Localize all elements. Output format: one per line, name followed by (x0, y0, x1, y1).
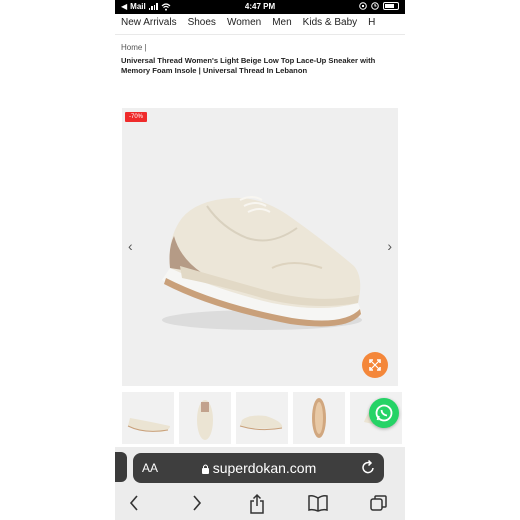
product-image (162, 196, 362, 330)
whatsapp-icon (375, 404, 393, 422)
nav-item-new-arrivals[interactable]: New Arrivals (115, 14, 182, 34)
previous-tab-pill[interactable] (115, 452, 127, 482)
back-arrow-icon[interactable] (128, 493, 140, 513)
nav-divider (115, 34, 405, 35)
nav-item-women[interactable]: Women (221, 14, 266, 34)
thumbnail-4[interactable] (293, 392, 345, 444)
nav-item-h[interactable]: H (362, 14, 380, 34)
thumbnail-image (239, 415, 283, 431)
share-icon[interactable] (248, 493, 266, 515)
nav-item-shoes[interactable]: Shoes (182, 14, 221, 34)
browser-address-area: AA superdokan.com (115, 447, 405, 487)
product-image-gallery[interactable]: -70% ‹ › (122, 108, 398, 386)
thumbnail-1[interactable] (122, 392, 174, 444)
product-title: Universal Thread Women's Light Beige Low… (121, 56, 376, 75)
chevron-left-icon[interactable]: ‹ (128, 238, 133, 254)
nav-item-men[interactable]: Men (266, 14, 296, 34)
battery-icon (383, 2, 399, 10)
status-right (359, 2, 399, 10)
screen-lock-icon (359, 2, 367, 10)
status-bar: ◀ Mail 4:47 PM (115, 0, 405, 14)
whatsapp-chat-button[interactable] (369, 398, 399, 428)
thumbnail-strip (122, 392, 405, 452)
alarm-icon (371, 2, 379, 10)
chevron-right-icon[interactable]: › (387, 238, 392, 254)
breadcrumb[interactable]: Home | (121, 43, 147, 52)
url-field[interactable]: superdokan.com (133, 460, 384, 476)
expand-icon (369, 359, 381, 371)
thumbnail-image (127, 418, 170, 432)
lock-icon (201, 464, 209, 474)
reload-icon[interactable] (362, 459, 376, 475)
thumbnail-image (197, 400, 213, 440)
thumbnail-2[interactable] (179, 392, 231, 444)
tabs-icon[interactable] (369, 493, 389, 513)
thumbnail-image (312, 398, 326, 438)
browser-toolbar (115, 487, 405, 520)
address-bar[interactable]: AA superdokan.com (133, 453, 384, 483)
nav-item-kids-baby[interactable]: Kids & Baby (297, 14, 362, 34)
category-nav: New Arrivals Shoes Women Men Kids & Baby… (115, 14, 405, 34)
bookmarks-icon[interactable] (307, 493, 329, 513)
forward-arrow-icon[interactable] (191, 493, 203, 513)
phone-screen: ◀ Mail 4:47 PM New Arrivals Shoes Women … (115, 0, 405, 520)
discount-badge: -70% (125, 112, 148, 122)
url-text: superdokan.com (212, 460, 317, 476)
thumbnail-3[interactable] (236, 392, 288, 444)
expand-button[interactable] (362, 352, 388, 378)
